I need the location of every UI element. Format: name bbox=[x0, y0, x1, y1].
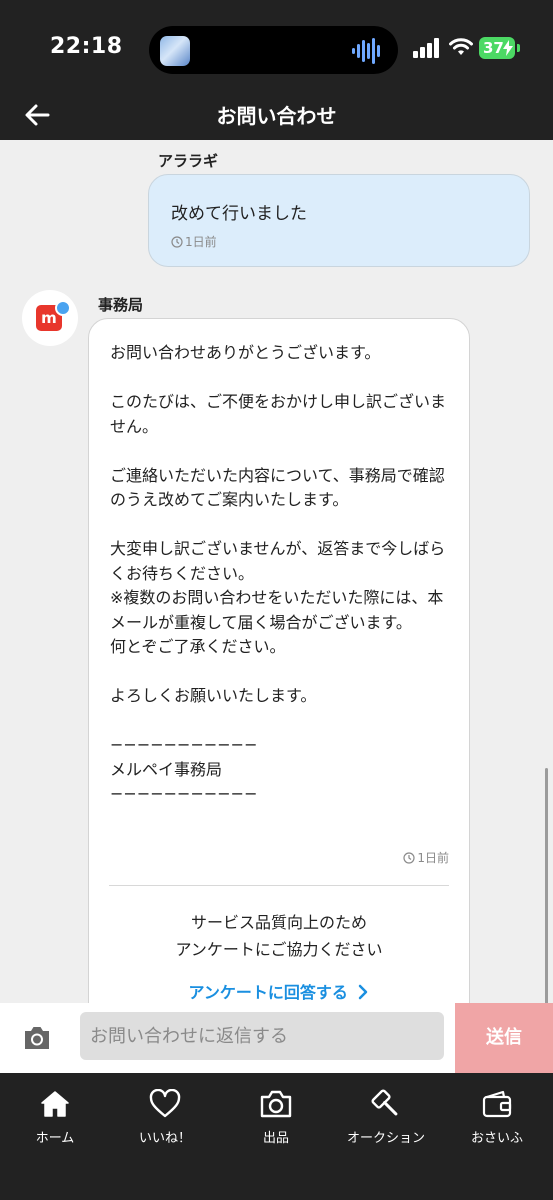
wallet-icon bbox=[482, 1090, 512, 1118]
user-message-bubble: 改めて行いました 1日前 bbox=[148, 174, 530, 267]
signal-icon bbox=[413, 38, 439, 58]
input-bar: 送信 bbox=[0, 1003, 553, 1073]
wifi-icon bbox=[449, 38, 473, 55]
survey-link[interactable]: アンケートに回答する bbox=[89, 979, 469, 1003]
reply-input[interactable] bbox=[80, 1012, 444, 1060]
chat-area[interactable]: アララギ 改めて行いました 1日前 m 事務局 お問い合わせありがとうございます… bbox=[0, 140, 553, 1003]
survey-text-1: サービス品質向上のため bbox=[190, 913, 367, 932]
office-message-bubble: お問い合わせありがとうございます。 このたびは、ご不便をおかけし申し訳ございませ… bbox=[88, 318, 470, 1003]
chevron-right-icon bbox=[359, 984, 368, 1000]
nav-item-likes[interactable]: いいね！ bbox=[110, 1087, 220, 1146]
scrollbar[interactable] bbox=[545, 768, 548, 1003]
nav-label-sell: 出品 bbox=[262, 1131, 289, 1146]
nav-item-auction[interactable]: オークション bbox=[331, 1087, 441, 1146]
home-icon bbox=[41, 1091, 69, 1117]
survey-text-2: アンケートにご協力ください bbox=[175, 940, 383, 959]
office-sender-name: 事務局 bbox=[98, 296, 144, 314]
dynamic-island bbox=[149, 26, 398, 74]
nav-label-wallet: おさいふ bbox=[470, 1131, 523, 1146]
avatar-dot bbox=[55, 300, 71, 316]
status-time: 22:18 bbox=[50, 34, 123, 59]
charging-bolt-icon bbox=[503, 40, 513, 56]
heart-icon bbox=[149, 1089, 181, 1118]
office-message-text: お問い合わせありがとうございます。 このたびは、ご不便をおかけし申し訳ございませ… bbox=[110, 343, 447, 803]
user-time-label: 1日前 bbox=[185, 235, 217, 249]
nav-label-home: ホーム bbox=[35, 1131, 75, 1146]
nav-item-sell[interactable]: 出品 bbox=[221, 1087, 331, 1146]
office-time-label: 1日前 bbox=[417, 851, 449, 865]
send-button[interactable]: 送信 bbox=[455, 1003, 553, 1073]
avatar: m bbox=[22, 290, 78, 346]
bottom-nav: ホーム いいね！ 出品 オークション おさいふ bbox=[0, 1073, 553, 1200]
header: お問い合わせ bbox=[0, 92, 553, 140]
audio-wave-icon bbox=[352, 38, 380, 64]
nav-item-home[interactable]: ホーム bbox=[0, 1087, 110, 1146]
gavel-icon bbox=[371, 1089, 398, 1116]
nav-label-likes: いいね！ bbox=[138, 1131, 191, 1146]
user-sender-name: アララギ bbox=[158, 152, 219, 170]
island-app-icon bbox=[160, 36, 190, 66]
office-message-time: 1日前 bbox=[403, 849, 449, 866]
battery-tip bbox=[517, 44, 520, 52]
user-message-time: 1日前 bbox=[171, 233, 217, 250]
page-title: お問い合わせ bbox=[216, 104, 337, 128]
clock-icon bbox=[403, 852, 415, 864]
camera-icon[interactable] bbox=[22, 1024, 52, 1052]
camera-icon bbox=[260, 1090, 292, 1118]
nav-item-wallet[interactable]: おさいふ bbox=[442, 1087, 552, 1146]
nav-label-auction: オークション bbox=[346, 1131, 425, 1146]
divider bbox=[109, 885, 449, 886]
clock-icon bbox=[171, 236, 183, 248]
status-bar: 22:18 37 bbox=[0, 0, 553, 92]
user-message-text: 改めて行いました bbox=[171, 204, 307, 224]
survey-link-label: アンケートに回答する bbox=[188, 983, 348, 1002]
